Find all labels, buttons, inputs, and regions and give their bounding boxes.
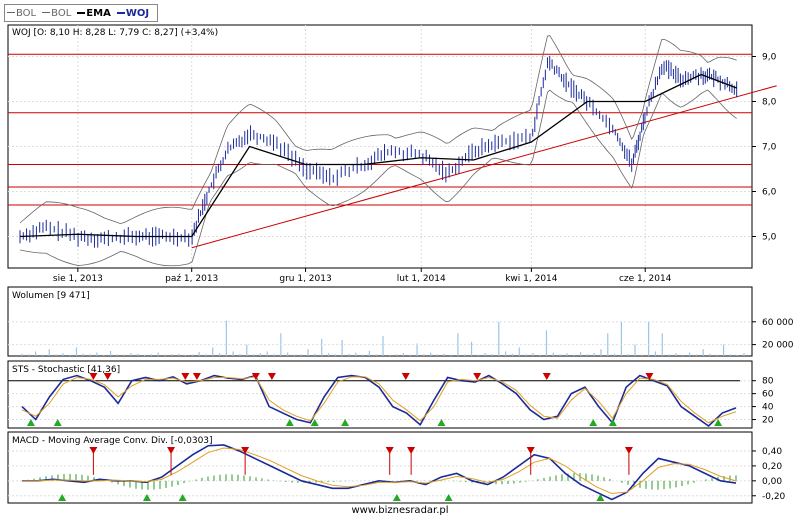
y-tick-label: 6,0	[762, 188, 777, 198]
x-tick-label: gru 1, 2013	[279, 274, 331, 284]
y-tick-label: 60	[762, 390, 774, 400]
macd-panel-title: MACD - Moving Average Conv. Div. [-0,030…	[12, 436, 213, 446]
x-tick-label: cze 1, 2014	[619, 274, 672, 284]
y-tick-label: 0,20	[762, 462, 782, 472]
y-tick-label: 8,0	[762, 98, 777, 108]
volume-panel-title: Wolumen [9 471]	[12, 291, 90, 301]
x-tick-label: kwi 1, 2014	[505, 274, 558, 284]
y-tick-label: 60 000	[762, 318, 794, 328]
stock-chart: sie 1, 2013 paź 1, 2013 gru 1, 2013 lut 1, …	[7, 24, 794, 504]
x-tick-label: sie 1, 2013	[53, 274, 103, 284]
y-tick-label: -0,20	[762, 492, 786, 502]
price-panel-title: WOJ [O: 8,10 H: 8,28 L: 7,79 C: 8,27] (+…	[12, 28, 218, 38]
y-tick-label: 5,0	[762, 233, 777, 243]
y-tick-label: 40	[762, 403, 774, 413]
y-tick-label: 20	[762, 416, 774, 426]
y-tick-label: 20 000	[762, 341, 794, 351]
stochastic-panel-title: STS - Stochastic [41,36]	[12, 365, 120, 375]
y-tick-label: 9,0	[762, 53, 777, 63]
footer-site[interactable]: www.biznesradar.pl	[0, 505, 800, 516]
x-tick-label: lut 1, 2014	[397, 274, 446, 284]
y-tick-label: 0,00	[762, 477, 782, 487]
y-tick-label: 80	[762, 377, 774, 387]
y-tick-label: 7,0	[762, 143, 777, 153]
x-tick-label: paź 1, 2013	[165, 274, 218, 284]
y-tick-label: 0,40	[762, 447, 782, 457]
